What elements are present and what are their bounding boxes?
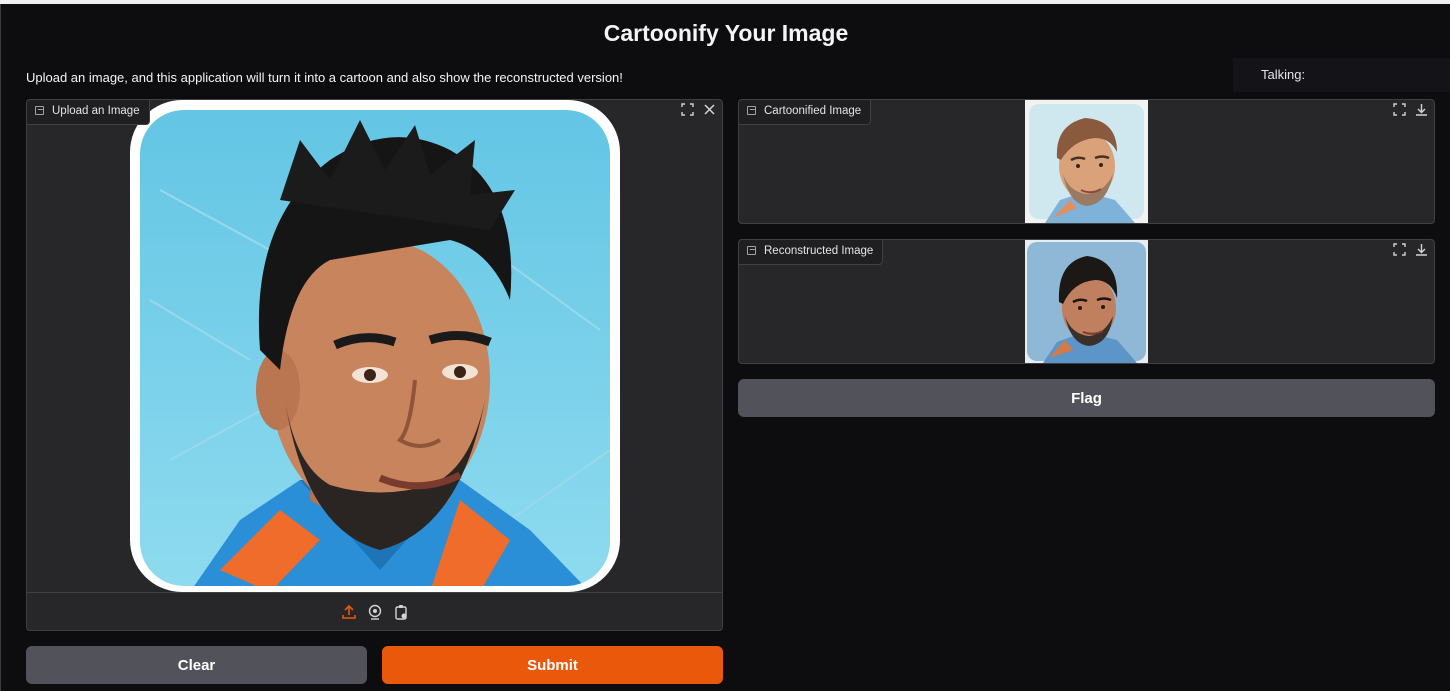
upload-image-panel[interactable]: Upload an Image: [26, 99, 723, 631]
talking-indicator: Talking:: [1233, 58, 1450, 92]
upload-icon[interactable]: [341, 604, 357, 620]
talking-label: Talking:: [1261, 67, 1306, 82]
download-icon[interactable]: [1414, 103, 1428, 119]
close-icon[interactable]: [702, 103, 716, 119]
upload-panel-tools: [680, 103, 716, 119]
reconstructed-image-label: Reconstructed Image: [739, 240, 884, 265]
webcam-icon[interactable]: [367, 604, 383, 620]
page-title: Cartoonify Your Image: [603, 20, 849, 46]
fullscreen-icon[interactable]: [1392, 103, 1406, 119]
image-icon: [747, 246, 756, 255]
clear-button[interactable]: Clear: [26, 646, 367, 684]
fullscreen-icon[interactable]: [680, 103, 694, 119]
clipboard-icon[interactable]: [393, 604, 409, 620]
image-source-bar: [27, 592, 722, 630]
cartoonified-image-panel: Cartoonified Image: [738, 99, 1435, 224]
fullscreen-icon[interactable]: [1392, 243, 1406, 259]
download-icon[interactable]: [1414, 243, 1428, 259]
reconstructed-image: [1025, 240, 1148, 363]
cartoonified-panel-tools: [1392, 103, 1428, 119]
cartoonified-image: [1025, 100, 1148, 223]
reconstructed-panel-tools: [1392, 243, 1428, 259]
submit-button[interactable]: Submit: [382, 646, 723, 684]
image-icon: [35, 106, 44, 115]
uploaded-portrait-image: [130, 100, 620, 592]
upload-image-label: Upload an Image: [27, 100, 150, 125]
flag-button[interactable]: Flag: [738, 379, 1435, 417]
cartoonified-image-label: Cartoonified Image: [739, 100, 872, 125]
page-description: Upload an image, and this application wi…: [26, 70, 623, 85]
reconstructed-image-panel: Reconstructed Image: [738, 239, 1435, 364]
image-icon: [747, 106, 756, 115]
app-frame: Cartoonify Your Image Upload an image, a…: [0, 4, 1450, 691]
